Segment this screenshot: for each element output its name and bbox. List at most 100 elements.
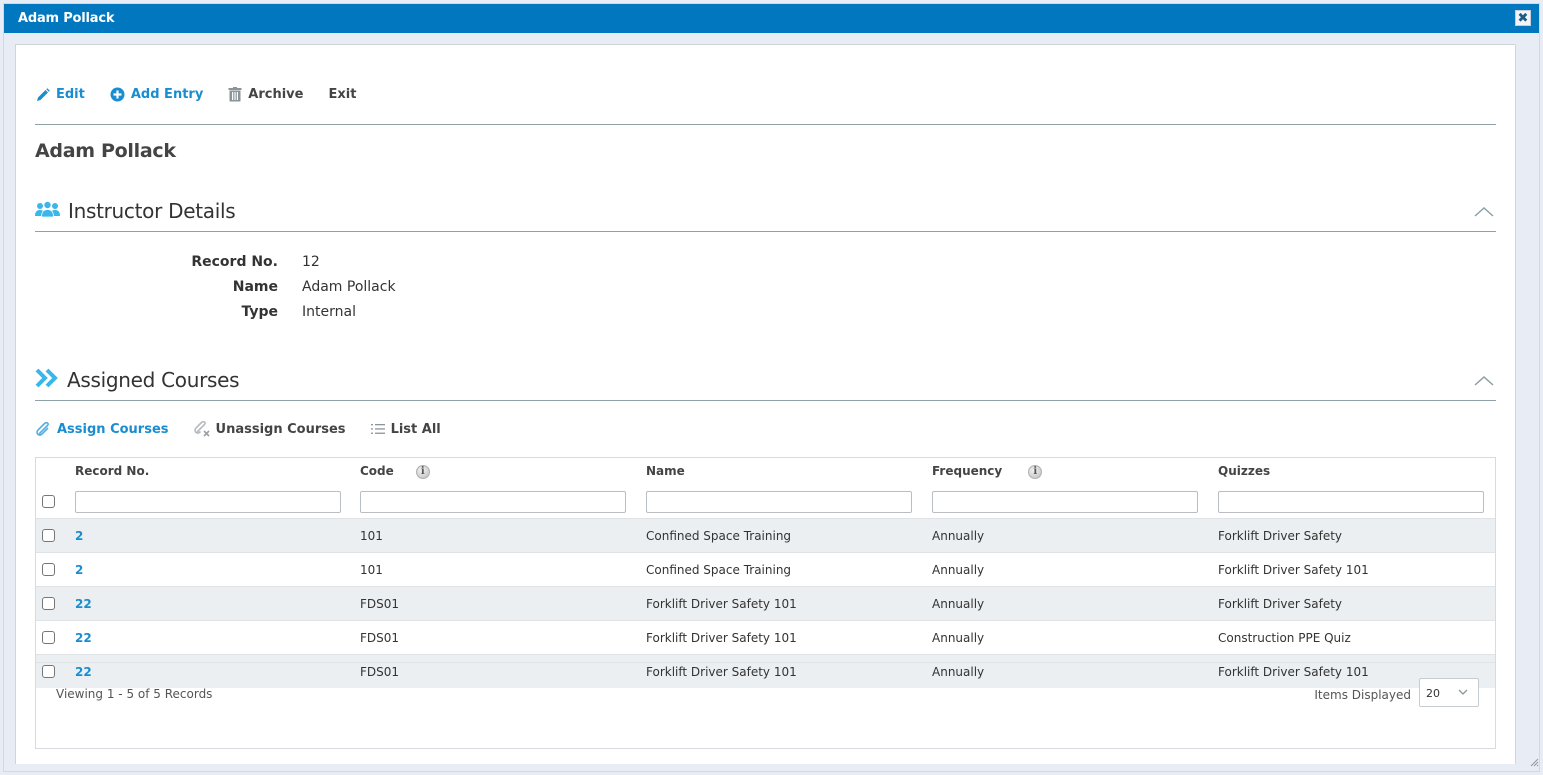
name-cell: Confined Space Training bbox=[646, 529, 792, 543]
resize-grip-icon[interactable] bbox=[1530, 752, 1539, 771]
quizzes-cell: Construction PPE Quiz bbox=[1218, 631, 1351, 645]
assigned-courses-divider bbox=[35, 400, 1496, 401]
unassign-courses-button[interactable]: Unassign Courses bbox=[193, 421, 346, 437]
archive-label: Archive bbox=[248, 87, 304, 102]
close-button[interactable]: ✖ bbox=[1515, 10, 1531, 26]
grid-footer: Viewing 1 - 5 of 5 Records Items Display… bbox=[36, 662, 1495, 748]
record-toolbar: Edit Add Entry Archive Exit bbox=[36, 87, 381, 102]
filter-record-no-input[interactable] bbox=[75, 491, 341, 513]
row-checkbox[interactable] bbox=[42, 529, 55, 542]
chevron-down-icon bbox=[1458, 686, 1468, 699]
field-type: Type Internal bbox=[166, 299, 396, 324]
table-row[interactable]: 22 FDS01 Forklift Driver Safety 101 Annu… bbox=[36, 586, 1495, 620]
frequency-cell: Annually bbox=[932, 631, 985, 645]
table-row[interactable]: 22 FDS01 Forklift Driver Safety 101 Annu… bbox=[36, 620, 1495, 654]
info-icon[interactable]: i bbox=[1028, 464, 1043, 479]
field-value: 12 bbox=[302, 253, 320, 270]
info-icon[interactable]: i bbox=[415, 464, 430, 479]
field-label: Type bbox=[241, 303, 278, 320]
archive-button[interactable]: Archive bbox=[228, 87, 303, 102]
filter-frequency-input[interactable] bbox=[932, 491, 1198, 513]
list-all-button[interactable]: List All bbox=[370, 421, 441, 437]
field-name: Name Adam Pollack bbox=[166, 274, 396, 299]
chevron-up-icon[interactable] bbox=[1474, 202, 1494, 221]
column-header-code[interactable]: Code i bbox=[360, 464, 430, 479]
table-row[interactable]: 2 101 Confined Space Training Annually F… bbox=[36, 518, 1495, 552]
edit-label: Edit bbox=[56, 87, 85, 102]
frequency-cell: Annually bbox=[932, 563, 985, 577]
code-cell: FDS01 bbox=[360, 597, 400, 611]
courses-toolbar: Assign Courses Unassign Courses List All bbox=[36, 421, 466, 437]
column-header-frequency[interactable]: Frequency i bbox=[932, 464, 1043, 479]
record-no-link[interactable]: 2 bbox=[75, 529, 83, 543]
modal-titlebar: Adam Pollack ✖ bbox=[4, 4, 1539, 33]
exit-button[interactable]: Exit bbox=[328, 87, 356, 102]
quizzes-cell: Forklift Driver Safety 101 bbox=[1218, 563, 1369, 577]
column-label: Name bbox=[646, 464, 685, 478]
name-cell: Confined Space Training bbox=[646, 563, 792, 577]
filter-quizzes-input[interactable] bbox=[1218, 491, 1484, 513]
field-label: Record No. bbox=[191, 253, 278, 270]
pencil-icon bbox=[36, 87, 50, 102]
column-label: Record No. bbox=[75, 464, 150, 478]
toolbar-divider bbox=[35, 124, 1496, 125]
record-no-link[interactable]: 22 bbox=[75, 631, 92, 645]
record-title: Adam Pollack bbox=[35, 140, 176, 162]
assigned-courses-title: Assigned Courses bbox=[67, 368, 240, 392]
instructor-details-title: Instructor Details bbox=[68, 199, 236, 223]
record-no-link[interactable]: 22 bbox=[75, 597, 92, 611]
add-entry-button[interactable]: Add Entry bbox=[110, 87, 203, 102]
close-icon: ✖ bbox=[1517, 10, 1529, 26]
quizzes-cell: Forklift Driver Safety bbox=[1218, 597, 1343, 611]
trash-icon bbox=[228, 87, 242, 102]
assign-courses-label: Assign Courses bbox=[57, 421, 169, 437]
courses-grid: Record No. Code i Name Frequency i Quizzes… bbox=[35, 457, 1496, 749]
select-all-checkbox[interactable] bbox=[42, 495, 55, 508]
users-icon bbox=[35, 200, 60, 222]
unlink-icon bbox=[193, 421, 210, 437]
filter-name-input[interactable] bbox=[646, 491, 912, 513]
table-row[interactable]: 2 101 Confined Space Training Annually F… bbox=[36, 552, 1495, 586]
scroll-gutter bbox=[1517, 44, 1539, 764]
filter-row bbox=[36, 484, 1495, 518]
plus-circle-icon bbox=[110, 87, 125, 102]
items-displayed-value: 20 bbox=[1426, 687, 1440, 700]
instructor-details-divider bbox=[35, 231, 1496, 232]
row-checkbox[interactable] bbox=[42, 563, 55, 576]
instructor-details-header[interactable]: Instructor Details bbox=[35, 196, 1496, 226]
column-header-name[interactable]: Name bbox=[646, 464, 685, 478]
column-label: Frequency bbox=[932, 464, 1003, 478]
list-icon bbox=[370, 423, 385, 435]
assign-courses-button[interactable]: Assign Courses bbox=[36, 421, 169, 437]
items-displayed-select[interactable]: 20 bbox=[1419, 678, 1479, 707]
exit-label: Exit bbox=[328, 87, 357, 102]
edit-button[interactable]: Edit bbox=[36, 87, 85, 102]
name-cell: Forklift Driver Safety 101 bbox=[646, 631, 797, 645]
grid-header: Record No. Code i Name Frequency i Quizzes bbox=[36, 458, 1495, 484]
assigned-courses-header[interactable]: Assigned Courses bbox=[35, 365, 1496, 395]
records-count: Viewing 1 - 5 of 5 Records bbox=[56, 687, 213, 701]
column-label: Code bbox=[360, 464, 394, 478]
column-header-quizzes[interactable]: Quizzes bbox=[1218, 464, 1270, 478]
list-all-label: List All bbox=[390, 421, 441, 437]
double-chevron-right-icon bbox=[35, 368, 59, 392]
add-entry-label: Add Entry bbox=[130, 87, 204, 102]
row-checkbox[interactable] bbox=[42, 597, 55, 610]
chevron-up-icon[interactable] bbox=[1474, 371, 1494, 390]
items-displayed-label: Items Displayed bbox=[1314, 688, 1411, 702]
record-panel: Edit Add Entry Archive Exit Adam Pollack bbox=[15, 44, 1516, 764]
code-cell: FDS01 bbox=[360, 631, 400, 645]
record-no-link[interactable]: 2 bbox=[75, 563, 83, 577]
field-value: Internal bbox=[302, 303, 356, 320]
row-checkbox[interactable] bbox=[42, 631, 55, 644]
unassign-courses-label: Unassign Courses bbox=[215, 421, 346, 437]
quizzes-cell: Forklift Driver Safety bbox=[1218, 529, 1343, 543]
field-value: Adam Pollack bbox=[302, 278, 396, 295]
instructor-details-fields: Record No. 12 Name Adam Pollack Type Int… bbox=[166, 249, 396, 324]
frequency-cell: Annually bbox=[932, 529, 985, 543]
code-cell: 101 bbox=[360, 529, 383, 543]
frequency-cell: Annually bbox=[932, 597, 985, 611]
filter-code-input[interactable] bbox=[360, 491, 626, 513]
paperclip-icon bbox=[36, 421, 51, 437]
column-header-record-no[interactable]: Record No. bbox=[75, 464, 149, 478]
